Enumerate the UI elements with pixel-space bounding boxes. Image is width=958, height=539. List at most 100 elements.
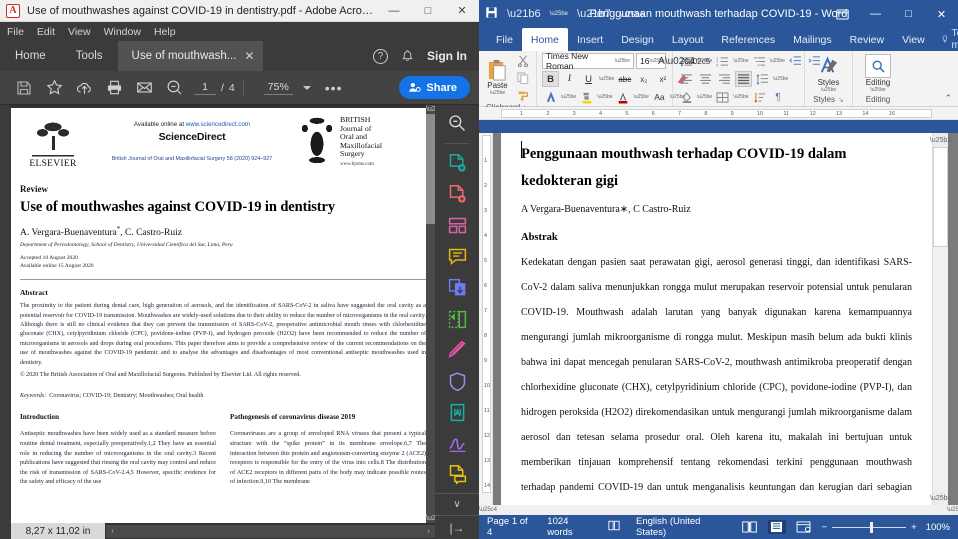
zoom-in-button[interactable]: + bbox=[911, 522, 917, 533]
font-name-input[interactable]: Times New Roman \u25be bbox=[542, 51, 634, 71]
format-painter-icon[interactable] bbox=[514, 87, 531, 102]
close-icon[interactable]: ✕ bbox=[925, 0, 958, 28]
search-icon[interactable] bbox=[159, 73, 189, 103]
scroll-down-icon[interactable]: \u25bc bbox=[930, 491, 951, 505]
sign-in-button[interactable]: Sign In bbox=[427, 49, 467, 63]
zoom-thumb[interactable] bbox=[870, 521, 874, 533]
align-right-icon[interactable] bbox=[716, 71, 733, 87]
chevron-down-icon[interactable]: \u25be bbox=[697, 58, 712, 64]
chevron-down-icon[interactable]: \u25be bbox=[490, 90, 505, 96]
zoom-out-button[interactable]: − bbox=[822, 522, 828, 533]
adobe-sign-tool-icon[interactable] bbox=[444, 400, 470, 425]
menu-file[interactable]: File bbox=[7, 26, 24, 38]
ribbon-tab-review[interactable]: Review bbox=[841, 28, 893, 51]
collapse-ribbon-icon[interactable]: ⌃ bbox=[944, 93, 952, 104]
tell-me-box[interactable]: Tell me... bbox=[942, 27, 958, 51]
tab-home[interactable]: Home bbox=[0, 41, 61, 71]
justify-icon[interactable] bbox=[735, 71, 752, 87]
chevron-down-icon[interactable]: ∨ bbox=[435, 493, 479, 515]
minimize-icon[interactable]: — bbox=[377, 0, 411, 22]
chevron-down-icon[interactable]: \u25be bbox=[697, 94, 712, 100]
decrease-indent-icon[interactable] bbox=[787, 53, 804, 69]
shading-icon[interactable] bbox=[678, 89, 695, 105]
font-color-icon[interactable] bbox=[615, 89, 632, 105]
add-to-favorites-icon[interactable] bbox=[39, 73, 69, 103]
edit-pdf-tool-icon[interactable] bbox=[444, 182, 470, 207]
chevron-down-icon[interactable]: \u25be bbox=[773, 76, 788, 82]
chevron-down-icon[interactable]: \u25be bbox=[597, 94, 612, 100]
horizontal-ruler[interactable]: 1 2 3 4 5 6 7 8 9 10 11 12 13 14 16 bbox=[479, 107, 958, 120]
save-icon[interactable] bbox=[485, 6, 498, 22]
scroll-left-icon[interactable]: ‹ bbox=[106, 525, 119, 538]
menu-edit[interactable]: Edit bbox=[37, 26, 55, 38]
sort-icon[interactable] bbox=[751, 89, 768, 105]
ribbon-tab-design[interactable]: Design bbox=[612, 28, 663, 51]
paste-button[interactable]: Paste \u25be bbox=[484, 59, 511, 96]
menu-view[interactable]: View bbox=[68, 26, 91, 38]
scroll-right-icon[interactable]: \u25ba bbox=[947, 505, 958, 515]
share-button[interactable]: Share bbox=[399, 76, 470, 99]
current-page-input[interactable]: 1 bbox=[194, 81, 216, 95]
chevron-down-icon[interactable] bbox=[302, 85, 311, 90]
pdf-vertical-scrollbar[interactable]: \u25b2 \u25bc bbox=[426, 105, 447, 523]
word-horizontal-scrollbar[interactable]: \u25c4 \u25ba bbox=[479, 505, 958, 515]
zoom-slider[interactable]: − + bbox=[822, 521, 917, 533]
scroll-up-icon[interactable]: \u25b2 bbox=[930, 133, 951, 147]
chevron-down-icon[interactable]: \u25be bbox=[733, 58, 748, 64]
word-page[interactable]: Penggunaan mouthwash terhadap COVID-19 d… bbox=[501, 133, 932, 505]
word-vertical-scrollbar[interactable]: \u25b2 \u25bc bbox=[930, 133, 951, 505]
tab-document[interactable]: Use of mouthwash... ✕ bbox=[117, 41, 264, 71]
stamp-tool-icon[interactable] bbox=[444, 462, 470, 487]
chevron-down-icon[interactable]: \u25be bbox=[733, 94, 748, 100]
upload-cloud-icon[interactable] bbox=[69, 73, 99, 103]
save-icon[interactable] bbox=[9, 73, 39, 103]
ribbon-tab-view[interactable]: View bbox=[893, 28, 934, 51]
subscript-button[interactable]: x₂ bbox=[635, 71, 652, 87]
zoom-level[interactable]: 75% bbox=[263, 81, 293, 95]
styles-button[interactable]: Styles \u25be bbox=[810, 55, 847, 93]
combine-files-tool-icon[interactable] bbox=[444, 275, 470, 300]
bell-icon[interactable] bbox=[401, 49, 414, 63]
bold-button[interactable]: B bbox=[542, 71, 559, 87]
chevron-down-icon[interactable]: \u25be bbox=[870, 87, 885, 93]
scroll-up-icon[interactable]: \u25b2 bbox=[426, 105, 447, 114]
numbering-icon[interactable]: 123 bbox=[714, 53, 731, 69]
expand-pane-icon[interactable]: |→ bbox=[435, 515, 479, 539]
line-spacing-icon[interactable] bbox=[754, 71, 771, 87]
borders-icon[interactable] bbox=[714, 89, 731, 105]
align-center-icon[interactable] bbox=[697, 71, 714, 87]
maximize-icon[interactable]: □ bbox=[411, 0, 445, 22]
minimize-icon[interactable]: — bbox=[859, 0, 892, 28]
sciencedirect-link[interactable]: www.sciencedirect.com bbox=[186, 121, 250, 128]
scroll-left-icon[interactable]: \u25c4 bbox=[479, 505, 497, 515]
word-count[interactable]: 1024 words bbox=[547, 516, 592, 538]
copy-icon[interactable] bbox=[514, 70, 531, 85]
language-indicator[interactable]: English (United States) bbox=[636, 516, 725, 538]
close-icon[interactable]: ✕ bbox=[445, 0, 479, 22]
read-mode-icon[interactable] bbox=[741, 520, 759, 534]
scroll-right-icon[interactable]: › bbox=[422, 525, 435, 538]
strikethrough-button[interactable]: abc bbox=[616, 71, 633, 87]
ribbon-tab-file[interactable]: File bbox=[487, 28, 522, 51]
show-formatting-marks-icon[interactable]: ¶ bbox=[770, 89, 787, 105]
print-icon[interactable] bbox=[99, 73, 129, 103]
bullets-icon[interactable] bbox=[678, 53, 695, 69]
chevron-down-icon[interactable]: \u25be bbox=[615, 58, 630, 64]
vertical-ruler[interactable]: 1 2 3 4 5 6 7 8 9 10 11 12 13 14 bbox=[479, 133, 493, 515]
print-layout-icon[interactable] bbox=[767, 520, 786, 534]
chevron-down-icon[interactable]: \u25be bbox=[561, 94, 576, 100]
chevron-down-icon[interactable]: \u25be bbox=[634, 94, 649, 100]
italic-button[interactable]: I bbox=[561, 71, 578, 87]
superscript-button[interactable]: x² bbox=[654, 71, 671, 87]
create-pdf-tool-icon[interactable] bbox=[444, 151, 470, 176]
export-pdf-tool-icon[interactable] bbox=[444, 307, 470, 332]
web-layout-icon[interactable] bbox=[795, 520, 813, 534]
help-icon[interactable]: ? bbox=[373, 48, 388, 64]
redo-icon[interactable]: \u21b7 bbox=[577, 8, 611, 20]
undo-dropdown-icon[interactable]: \u25be bbox=[550, 11, 568, 17]
chevron-down-icon[interactable]: \u25be bbox=[599, 76, 614, 82]
email-icon[interactable] bbox=[129, 73, 159, 103]
chevron-down-icon[interactable]: \u25be bbox=[770, 58, 785, 64]
more-tools-icon[interactable]: ••• bbox=[325, 80, 343, 96]
underline-button[interactable]: U bbox=[580, 71, 597, 87]
